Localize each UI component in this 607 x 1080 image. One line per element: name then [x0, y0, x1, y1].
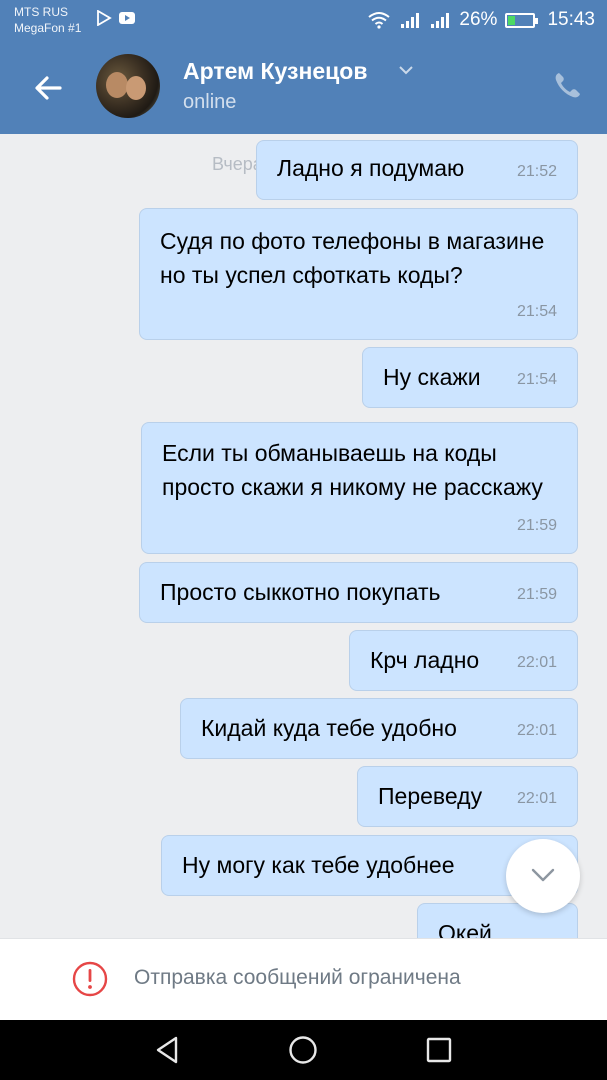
message-time: 22:01 — [516, 722, 557, 739]
battery-percent: 26% — [459, 9, 498, 30]
alert-icon — [72, 961, 108, 997]
carrier-1: MTS RUS — [14, 5, 68, 19]
message-text: Крч ладно — [370, 647, 480, 673]
status-right: 26% 15:43 — [367, 9, 595, 31]
message-text: Просто сыккотно покупать — [160, 579, 441, 605]
message-bubble[interactable]: Ладно я подумаю 21:52 — [256, 140, 578, 200]
notification-icons — [96, 10, 136, 26]
nav-home-icon[interactable] — [287, 1034, 319, 1066]
message-bubble[interactable]: Ну скажи 21:54 — [362, 347, 578, 408]
message-text: Судя по фото телефоны в магазине но ты у… — [160, 228, 545, 288]
nav-recents-icon[interactable] — [423, 1034, 455, 1066]
play-store-icon — [97, 10, 112, 26]
message-time: 21:54 — [516, 371, 557, 388]
message-time: 21:59 — [516, 586, 557, 603]
message-time: 21:59 — [516, 517, 557, 534]
message-text: Ну скажи — [383, 364, 481, 390]
message-bubble[interactable]: Кидай куда тебе удобно 22:01 — [180, 698, 578, 759]
scroll-down-button[interactable] — [506, 839, 580, 913]
message-text: Переведу — [378, 783, 483, 809]
message-time: 21:52 — [516, 163, 557, 180]
signal-2-icon — [431, 13, 450, 28]
message-text: Кидай куда тебе удобно — [201, 715, 457, 741]
wifi-icon — [368, 12, 391, 29]
back-arrow-icon[interactable] — [28, 68, 68, 108]
message-time: 22:01 — [516, 654, 557, 671]
message-time: 22:01 — [516, 790, 557, 807]
restriction-text: Отправка сообщений ограничена — [134, 966, 461, 989]
carrier-info: MTS RUS MegaFon #1 — [14, 4, 81, 36]
top-bar: MTS RUS MegaFon #1 26% 15:43 Артем Кузне… — [0, 0, 607, 134]
chevron-down-icon[interactable] — [398, 64, 414, 76]
message-text: Ладно я подумаю — [277, 155, 465, 181]
restriction-bar: Отправка сообщений ограничена — [0, 938, 607, 1020]
message-time: 21:54 — [516, 303, 557, 320]
message-bubble[interactable]: Крч ладно 22:01 — [349, 630, 578, 691]
message-text: Ну могу как тебе удобнее — [182, 852, 455, 878]
message-bubble[interactable]: Судя по фото телефоны в магазине но ты у… — [139, 208, 578, 340]
status-bar: MTS RUS MegaFon #1 26% 15:43 — [0, 0, 607, 40]
message-bubble[interactable]: Переведу 22:01 — [357, 766, 578, 827]
contact-status: online — [183, 91, 237, 113]
chat-header: Артем Кузнецов online — [0, 40, 607, 134]
avatar[interactable] — [96, 54, 160, 118]
nav-back-icon[interactable] — [152, 1034, 184, 1066]
message-text: Окей — [438, 920, 492, 938]
contact-name[interactable]: Артем Кузнецов — [183, 58, 367, 85]
youtube-icon — [119, 12, 135, 24]
android-nav-bar — [0, 1020, 607, 1080]
message-bubble[interactable]: Просто сыккотно покупать 21:59 — [139, 562, 578, 623]
battery-icon — [505, 12, 539, 28]
signal-1-icon — [401, 13, 420, 28]
chevron-down-icon — [531, 868, 555, 882]
message-text: Если ты обманываешь на коды просто скажи… — [162, 440, 543, 500]
screen: MTS RUS MegaFon #1 26% 15:43 Артем Кузне… — [0, 0, 607, 1080]
clock: 15:43 — [547, 9, 595, 30]
carrier-2: MegaFon #1 — [14, 21, 82, 35]
message-list[interactable]: Вчера Ладно я подумаю 21:52 Судя по фото… — [0, 134, 607, 938]
phone-icon[interactable] — [551, 70, 583, 102]
message-bubble[interactable]: Если ты обманываешь на коды просто скажи… — [141, 422, 578, 554]
